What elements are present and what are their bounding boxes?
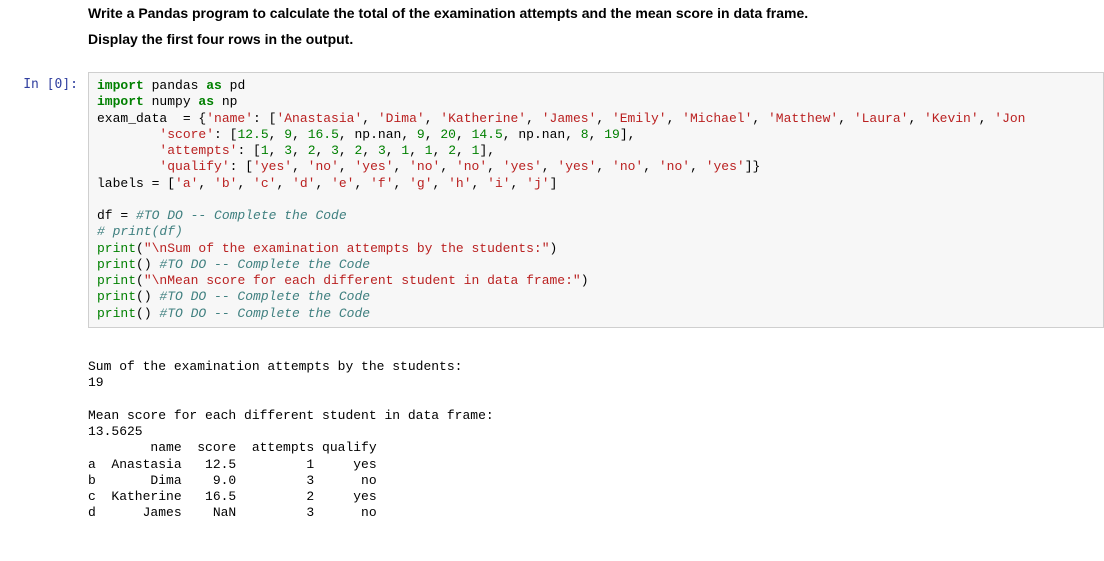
input-prompt: In [0]: (0, 72, 88, 328)
problem-statement-1: Write a Pandas program to calculate the … (88, 5, 1084, 21)
markdown-cell: Write a Pandas program to calculate the … (88, 0, 1084, 72)
problem-statement-2: Display the first four rows in the outpu… (88, 31, 1084, 47)
code-input[interactable]: import pandas as pd import numpy as np e… (88, 72, 1104, 328)
code-cell: In [0]: import pandas as pd import numpy… (0, 72, 1104, 328)
code-output: Sum of the examination attempts by the s… (88, 338, 1104, 527)
